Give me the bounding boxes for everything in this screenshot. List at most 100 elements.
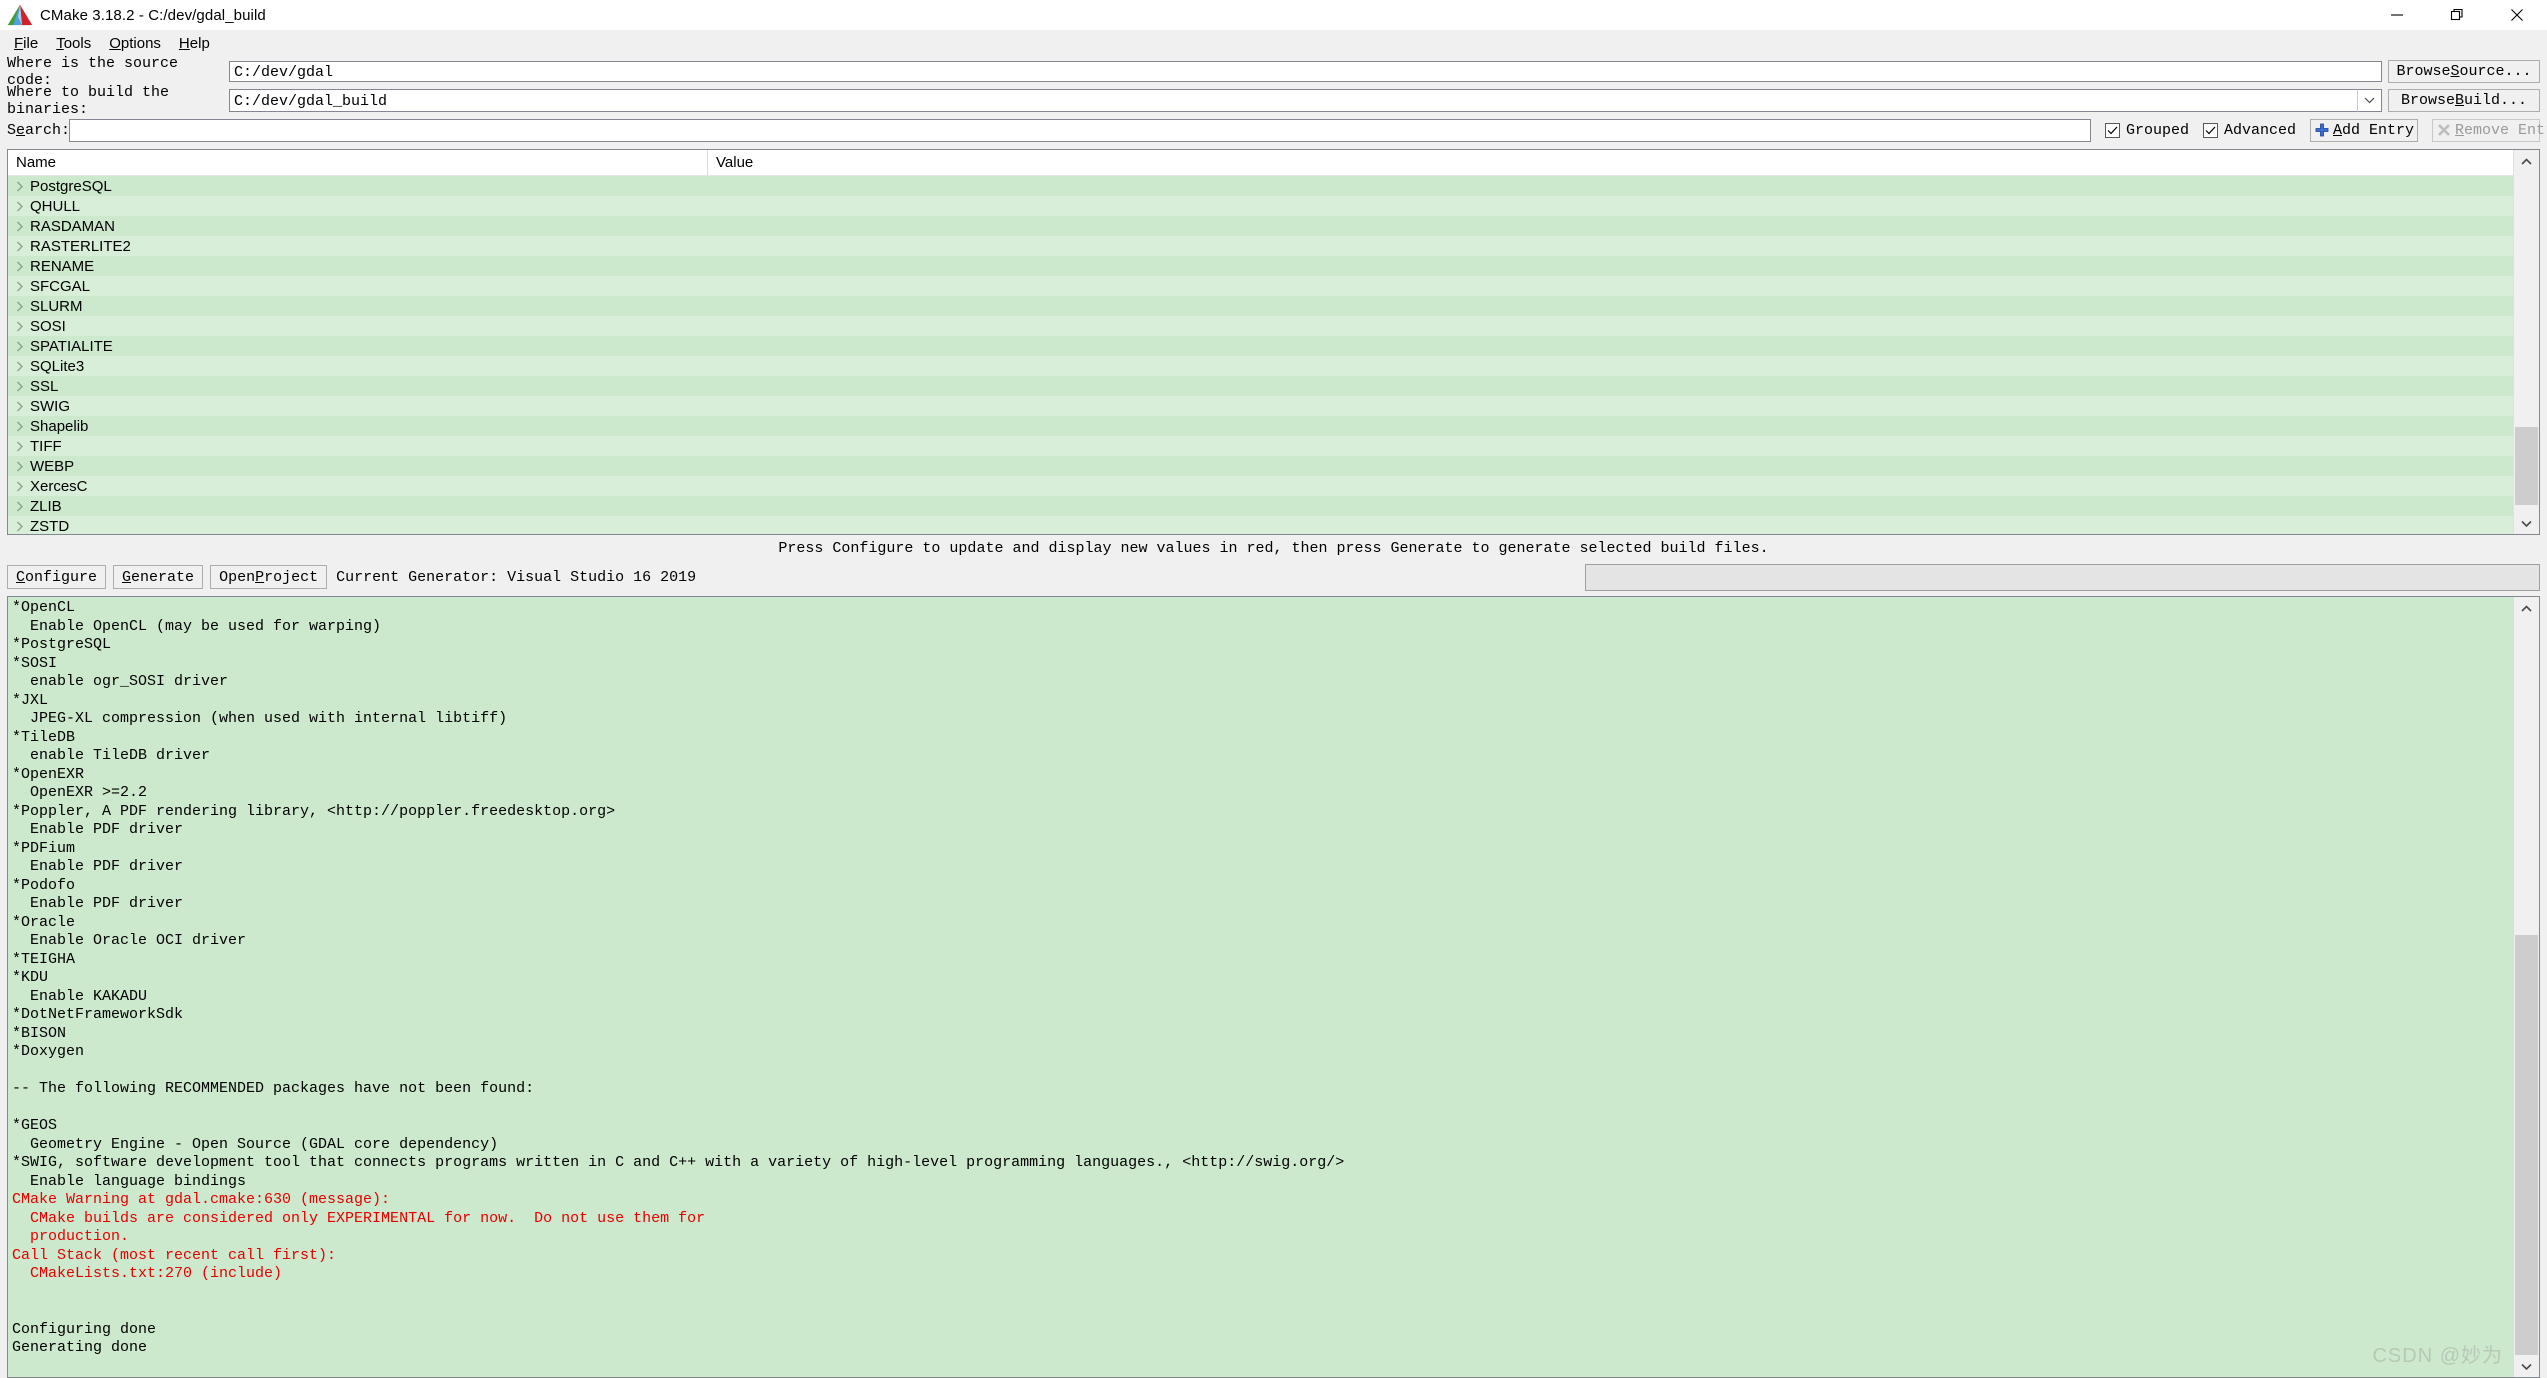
chevron-right-icon[interactable]	[8, 240, 30, 252]
log-scroll-track[interactable]	[2514, 619, 2539, 1355]
chevron-right-icon[interactable]	[8, 320, 30, 332]
add-entry-mnemonic: A	[2333, 121, 2343, 139]
chevron-right-icon[interactable]	[8, 500, 30, 512]
chevron-right-icon[interactable]	[8, 220, 30, 232]
table-row-name: RASDAMAN	[30, 217, 116, 235]
grouped-checkbox-wrap[interactable]: Grouped	[2104, 121, 2189, 139]
table-row[interactable]: XercesC	[8, 476, 2513, 496]
chevron-right-icon[interactable]	[8, 420, 30, 432]
table-row-name: SQLite3	[30, 357, 85, 375]
browse-source-button[interactable]: Browse Source...	[2388, 60, 2540, 83]
search-input[interactable]	[69, 118, 2091, 142]
chevron-up-icon[interactable]	[2514, 597, 2539, 619]
table-row-name: SLURM	[30, 297, 83, 315]
table-row[interactable]: SQLite3	[8, 356, 2513, 376]
log-output-text[interactable]: *OpenCL Enable OpenCL (may be used for w…	[8, 597, 2513, 1377]
column-header-value[interactable]: Value	[708, 150, 2513, 175]
chevron-right-icon[interactable]	[8, 340, 30, 352]
chevron-down-icon[interactable]	[2357, 89, 2382, 112]
current-generator-label: Current Generator: Visual Studio 16 2019	[336, 568, 697, 586]
table-row[interactable]: ZSTD	[8, 516, 2513, 534]
cache-scroll-track[interactable]	[2514, 172, 2539, 512]
chevron-right-icon[interactable]	[8, 180, 30, 192]
table-row[interactable]: SPATIALITE	[8, 336, 2513, 356]
table-row[interactable]: RENAME	[8, 256, 2513, 276]
add-entry-button[interactable]: Add Entry	[2310, 118, 2418, 142]
table-row[interactable]: SWIG	[8, 396, 2513, 416]
chevron-right-icon[interactable]	[8, 260, 30, 272]
cache-table-body: PostgreSQL QHULL RASDAMAN RASTERLITE2 RENAME…	[8, 176, 2513, 534]
chevron-right-icon[interactable]	[8, 200, 30, 212]
table-row[interactable]: SLURM	[8, 296, 2513, 316]
chevron-down-icon[interactable]	[2514, 512, 2539, 534]
log-output-panel: *OpenCL Enable OpenCL (may be used for w…	[7, 596, 2540, 1378]
chevron-right-icon[interactable]	[8, 440, 30, 452]
menu-item-options[interactable]: Options	[100, 33, 170, 54]
log-scrollbar[interactable]	[2513, 597, 2539, 1377]
source-path-input[interactable]: C:/dev/gdal	[229, 61, 2382, 82]
table-row[interactable]: SFCGAL	[8, 276, 2513, 296]
menu-tools-mnemonic: T	[56, 35, 64, 52]
table-row[interactable]: RASTERLITE2	[8, 236, 2513, 256]
chevron-right-icon[interactable]	[8, 360, 30, 372]
menu-file-mnemonic: F	[14, 35, 24, 52]
chevron-right-icon[interactable]	[8, 460, 30, 472]
table-row-name: SOSI	[30, 317, 66, 335]
remove-entry-button: Remove Entry	[2432, 118, 2547, 142]
maximize-icon[interactable]	[2427, 0, 2487, 30]
chevron-right-icon[interactable]	[8, 380, 30, 392]
grouped-checkbox[interactable]	[2104, 122, 2120, 138]
menu-item-file[interactable]: File	[5, 33, 47, 54]
log-scroll-thumb[interactable]	[2515, 935, 2538, 1355]
configure-mnemonic: C	[16, 568, 26, 586]
column-header-name[interactable]: Name	[8, 150, 708, 175]
table-row[interactable]: TIFF	[8, 436, 2513, 456]
grouped-label: Grouped	[2125, 121, 2189, 139]
table-row-name: SWIG	[30, 397, 70, 415]
generate-button[interactable]: Generate	[113, 565, 204, 589]
table-row[interactable]: QHULL	[8, 196, 2513, 216]
open-project-mnemonic: P	[255, 568, 265, 586]
chevron-right-icon[interactable]	[8, 280, 30, 292]
search-label-pre: S	[7, 121, 17, 139]
table-row-name: PostgreSQL	[30, 177, 112, 195]
menu-options-mnemonic: O	[109, 35, 121, 52]
advanced-checkbox[interactable]	[2202, 122, 2218, 138]
open-project-button[interactable]: Open Project	[210, 565, 328, 589]
build-path-row: Where to build the binaries: C:/dev/gdal…	[0, 84, 2547, 118]
table-row[interactable]: WEBP	[8, 456, 2513, 476]
chevron-right-icon[interactable]	[8, 400, 30, 412]
browse-build-pre: Browse	[2400, 92, 2455, 109]
cache-table-scrollbar[interactable]	[2513, 150, 2539, 534]
cache-scroll-thumb[interactable]	[2515, 427, 2538, 505]
table-row[interactable]: PostgreSQL	[8, 176, 2513, 196]
chevron-right-icon[interactable]	[8, 520, 30, 532]
close-icon[interactable]	[2487, 0, 2547, 30]
chevron-right-icon[interactable]	[8, 300, 30, 312]
table-row[interactable]: RASDAMAN	[8, 216, 2513, 236]
table-row[interactable]: SSL	[8, 376, 2513, 396]
build-path-input[interactable]: C:/dev/gdal_build	[229, 89, 2357, 112]
menu-item-help[interactable]: Help	[170, 33, 219, 54]
search-label-post: arch:	[25, 121, 71, 139]
table-row-name: Shapelib	[30, 417, 89, 435]
table-row-name: SPATIALITE	[30, 337, 113, 355]
log-warning-text: CMake Warning at gdal.cmake:630 (message…	[12, 1191, 706, 1282]
table-row[interactable]: ZLIB	[8, 496, 2513, 516]
chevron-down-icon[interactable]	[2514, 1355, 2539, 1377]
browse-build-post: uild...	[2464, 92, 2528, 109]
plus-icon	[2315, 123, 2329, 137]
minimize-icon[interactable]	[2367, 0, 2427, 30]
log-body-before-warning: Enable OpenCL (may be used for warping) …	[12, 617, 1345, 1190]
table-row[interactable]: SOSI	[8, 316, 2513, 336]
browse-build-button[interactable]: Browse Build...	[2388, 89, 2540, 112]
menu-item-tools[interactable]: Tools	[47, 33, 100, 54]
build-path-combo[interactable]: C:/dev/gdal_build	[229, 89, 2382, 112]
table-row[interactable]: Shapelib	[8, 416, 2513, 436]
chevron-up-icon[interactable]	[2514, 150, 2539, 172]
chevron-right-icon[interactable]	[8, 480, 30, 492]
generate-mnemonic: G	[122, 568, 132, 586]
configure-button[interactable]: Configure	[7, 565, 107, 589]
menu-tools-rest: ools	[63, 35, 92, 52]
advanced-checkbox-wrap[interactable]: Advanced	[2202, 122, 2296, 139]
